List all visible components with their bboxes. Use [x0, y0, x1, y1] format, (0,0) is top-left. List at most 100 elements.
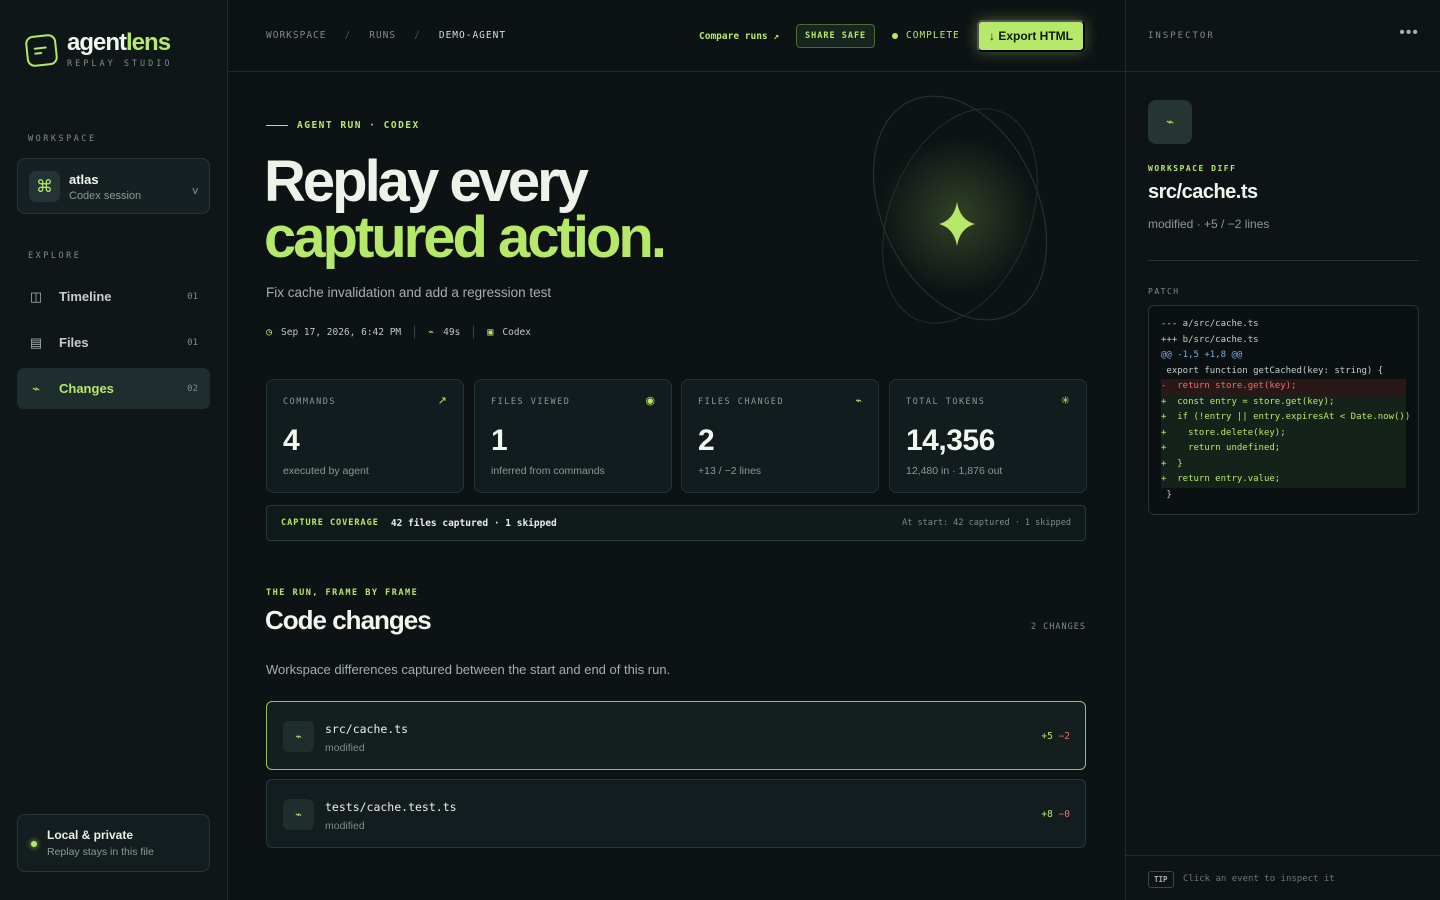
- stat-card-files-viewed[interactable]: FILES VIEWED ◉ 1 inferred from commands: [474, 379, 672, 493]
- patch-line: @@ -1,5 +1,8 @@: [1161, 350, 1243, 360]
- hero-eyebrow: AGENT RUN · CODEX: [266, 120, 420, 131]
- breadcrumb-runs[interactable]: RUNS: [369, 30, 396, 41]
- workspace-section-label: WORKSPACE: [28, 134, 97, 144]
- sidebar-item-changes[interactable]: ⌁ Changes 02: [17, 368, 210, 409]
- file-list-icon: ▤: [29, 334, 43, 350]
- stat-card-files-changed[interactable]: FILES CHANGED ⌁ 2 +13 / −2 lines: [681, 379, 879, 493]
- stat-label: TOTAL TOKENS: [906, 397, 986, 407]
- patch-line: + const entry = store.get(key);: [1161, 394, 1406, 410]
- change-diff-stats: +5 −2: [1041, 731, 1070, 742]
- export-html-button[interactable]: ↓ Export HTML: [977, 20, 1085, 52]
- inspector-panel: INSPECTOR ••• ⌁ WORKSPACE DIFF src/cache…: [1125, 0, 1440, 900]
- share-safe-badge[interactable]: SHARE SAFE: [796, 24, 876, 48]
- lines-added: +8: [1041, 809, 1053, 820]
- sidebar-item-label: Files: [59, 335, 89, 350]
- stat-value: 2: [698, 424, 715, 457]
- change-diff-stats: +8 −0: [1041, 809, 1070, 820]
- patch-line: + }: [1161, 456, 1406, 472]
- diff-icon: ⌁: [1148, 100, 1192, 144]
- change-file-path: tests/cache.test.ts: [325, 800, 457, 814]
- sidebar: agentlens REPLAY STUDIO WORKSPACE ⌘ atla…: [0, 0, 228, 900]
- coverage-label: CAPTURE COVERAGE: [281, 518, 379, 528]
- chevron-down-icon: v: [192, 185, 199, 197]
- run-date: Sep 17, 2026, 6:42 PM: [281, 326, 402, 338]
- command-icon: ⌘: [29, 171, 60, 202]
- inspector-kind: WORKSPACE DIFF: [1148, 164, 1237, 173]
- run-agent: Codex: [502, 326, 531, 338]
- changes-count: 2 CHANGES: [1030, 622, 1086, 632]
- inspector-header: INSPECTOR •••: [1126, 0, 1440, 72]
- stat-card-total-tokens[interactable]: TOTAL TOKENS ✳ 14,356 12,480 in · 1,876 …: [889, 379, 1087, 493]
- title-line-2: captured action.: [264, 205, 667, 270]
- patch-line: export function getCached(key: string) {: [1161, 365, 1384, 376]
- lines-removed: −0: [1058, 809, 1070, 820]
- compare-runs-link[interactable]: Compare runs ↗: [699, 31, 779, 42]
- run-duration: 49s: [443, 326, 461, 338]
- section-eyebrow: THE RUN, FRAME BY FRAME: [266, 588, 419, 598]
- more-options-icon[interactable]: •••: [1399, 24, 1419, 42]
- stat-label: FILES CHANGED: [698, 397, 785, 407]
- run-task-description: Fix cache invalidation and add a regress…: [266, 285, 552, 300]
- breadcrumb-separator: /: [414, 30, 421, 41]
- workspace-name: atlas: [69, 172, 99, 187]
- coverage-value: 42 files captured · 1 skipped: [390, 517, 557, 529]
- patch-line: + store.delete(key);: [1161, 425, 1406, 441]
- agent-icon: ▣: [487, 326, 494, 338]
- main-content: AGENT RUN · CODEX Replay every captured …: [228, 72, 1125, 900]
- patch-viewer[interactable]: --- a/src/cache.ts +++ b/src/cache.ts @@ -…: [1148, 305, 1419, 515]
- status-label: COMPLETE: [906, 30, 960, 41]
- change-status: modified: [325, 742, 365, 754]
- lines-removed: −2: [1058, 731, 1070, 742]
- divider: [1148, 260, 1419, 261]
- diff-icon: ⌁: [283, 799, 314, 830]
- sidebar-item-files[interactable]: ▤ Files 01: [17, 322, 210, 363]
- status-dot-icon: [31, 841, 37, 847]
- patch-line: + return entry.value;: [1161, 472, 1406, 488]
- privacy-subtitle: Replay stays in this file: [47, 846, 154, 858]
- title-line-1: Replay every: [264, 149, 589, 214]
- stat-subtext: inferred from commands: [491, 465, 605, 477]
- lines-added: +5: [1041, 731, 1053, 742]
- stat-subtext: executed by agent: [283, 465, 369, 477]
- stat-subtext: +13 / −2 lines: [698, 465, 762, 477]
- eyebrow-rule: [266, 125, 288, 126]
- sidebar-item-count: 02: [187, 383, 198, 394]
- stat-value: 14,356: [906, 424, 995, 457]
- explore-section-label: EXPLORE: [28, 251, 82, 261]
- section-description: Workspace differences captured between t…: [266, 662, 671, 677]
- clock-icon: ◷: [266, 326, 273, 338]
- inspector-label: INSPECTOR: [1148, 31, 1215, 41]
- patch-line: + return undefined;: [1161, 441, 1406, 457]
- diff-icon: ⌁: [855, 395, 862, 407]
- arrow-up-right-icon: ↗: [437, 395, 447, 407]
- stat-value: 4: [283, 424, 300, 457]
- inspector-title: src/cache.ts: [1148, 181, 1258, 203]
- coverage-start-note: At start: 42 captured · 1 skipped: [902, 518, 1071, 528]
- workspace-selector[interactable]: ⌘ atlas Codex session v: [17, 158, 210, 214]
- breadcrumb-separator: /: [344, 30, 352, 41]
- patch-label: PATCH: [1148, 287, 1180, 296]
- sidebar-item-label: Timeline: [59, 289, 112, 304]
- topbar: WORKSPACE / RUNS / DEMO-AGENT Compare ru…: [228, 0, 1125, 72]
- tip-badge: TIP: [1148, 871, 1174, 888]
- capture-coverage-bar: CAPTURE COVERAGE 42 files captured · 1 s…: [266, 505, 1086, 541]
- brand-subtitle: REPLAY STUDIO: [67, 59, 173, 69]
- patch-line: --- a/src/cache.ts: [1161, 319, 1259, 329]
- section-title: Code changes: [265, 605, 432, 635]
- stat-label: COMMANDS: [283, 397, 336, 407]
- logo-icon: [24, 33, 59, 68]
- change-status: modified: [325, 820, 365, 832]
- breadcrumb: WORKSPACE / RUNS / DEMO-AGENT: [266, 30, 506, 41]
- privacy-title: Local & private: [47, 828, 134, 842]
- columns-icon: ◫: [29, 288, 43, 304]
- stat-card-commands[interactable]: COMMANDS ↗ 4 executed by agent: [266, 379, 464, 493]
- patch-line: }: [1161, 489, 1172, 500]
- sidebar-item-count: 01: [187, 291, 198, 302]
- change-row-src-cache[interactable]: ⌁ src/cache.ts modified +5 −2: [266, 701, 1086, 770]
- brand-logo[interactable]: agentlens REPLAY STUDIO: [24, 31, 173, 69]
- breadcrumb-current: DEMO-AGENT: [438, 30, 507, 41]
- change-row-tests-cache[interactable]: ⌁ tests/cache.test.ts modified +8 −0: [266, 779, 1086, 848]
- sidebar-item-timeline[interactable]: ◫ Timeline 01: [17, 276, 210, 317]
- stat-label: FILES VIEWED: [491, 397, 571, 407]
- breadcrumb-workspace[interactable]: WORKSPACE: [266, 30, 326, 41]
